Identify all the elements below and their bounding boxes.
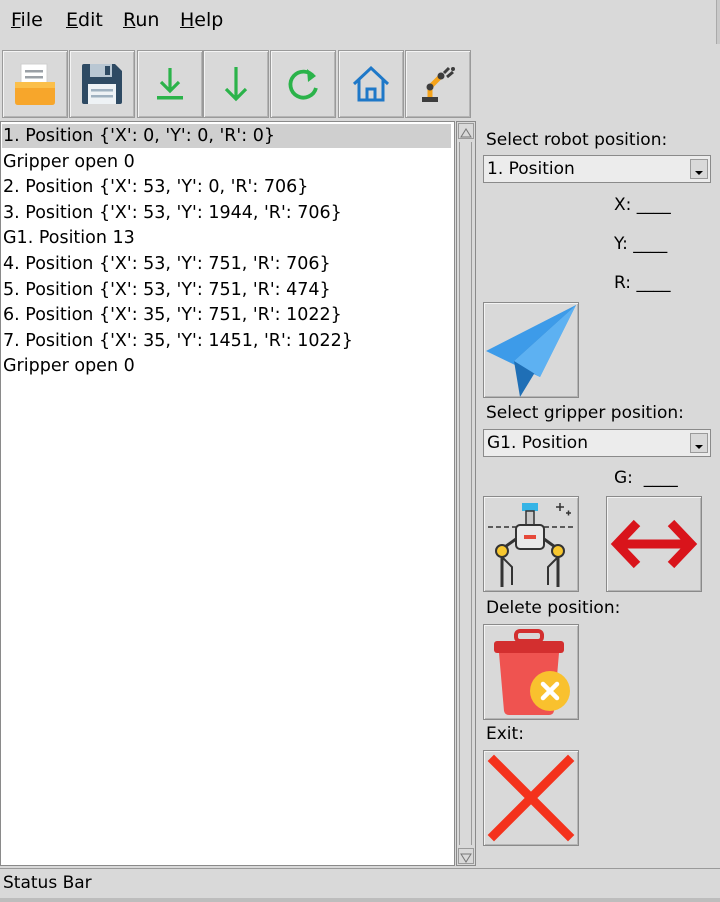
triangle-up-icon xyxy=(460,128,472,138)
r-label: R: xyxy=(614,273,632,293)
g-value: ____ xyxy=(643,468,678,488)
list-item[interactable]: 6. Position {'X': 35, 'Y': 751, 'R': 102… xyxy=(3,303,342,327)
delete-position-button[interactable] xyxy=(483,624,579,720)
refresh-button[interactable] xyxy=(270,50,336,118)
gripper-position-label: Select gripper position: xyxy=(486,403,684,423)
x-label: X: xyxy=(614,195,632,215)
arrow-down-icon xyxy=(224,67,248,102)
r-value: ____ xyxy=(636,273,671,293)
save-icon xyxy=(82,64,122,104)
gripper-position-select[interactable]: G1. Position xyxy=(483,429,711,457)
list-item[interactable]: Gripper open 0 xyxy=(3,150,135,174)
list-item[interactable]: 1. Position {'X': 0, 'Y': 0, 'R': 0} xyxy=(2,124,451,148)
list-item[interactable]: Gripper open 0 xyxy=(3,354,135,378)
dropdown-arrow-icon[interactable] xyxy=(690,159,708,179)
open-file-button[interactable] xyxy=(2,50,68,118)
y-label: Y: xyxy=(614,234,628,254)
menu-file[interactable]: File xyxy=(11,9,43,31)
y-value: ____ xyxy=(633,234,668,254)
gripper-icon xyxy=(488,503,574,587)
g-label: G: xyxy=(614,468,633,488)
robot-arm-button[interactable] xyxy=(405,50,471,118)
menu-edit[interactable]: Edit xyxy=(66,9,103,31)
list-scrollbar[interactable] xyxy=(456,121,476,866)
window-edge xyxy=(716,0,720,44)
trash-icon xyxy=(494,629,570,715)
menu-bar: File Edit Run Help xyxy=(0,0,720,44)
dropdown-arrow-icon[interactable] xyxy=(690,433,708,453)
menu-help[interactable]: Help xyxy=(180,9,223,31)
r-coordinate: R: ____ xyxy=(614,273,670,293)
toolbar xyxy=(0,50,472,118)
menu-run[interactable]: Run xyxy=(123,9,159,31)
scroll-trough[interactable] xyxy=(459,142,472,845)
robot-arm-icon xyxy=(422,66,455,102)
open-file-icon xyxy=(15,63,55,105)
list-item[interactable]: 5. Position {'X': 53, 'Y': 751, 'R': 474… xyxy=(3,278,331,302)
download-icon xyxy=(157,68,183,100)
robot-position-value: 1. Position xyxy=(487,159,575,179)
list-item[interactable]: 2. Position {'X': 53, 'Y': 0, 'R': 706} xyxy=(3,175,308,199)
triangle-down-icon xyxy=(460,853,472,863)
window-bottom-edge xyxy=(0,898,720,902)
status-bar: Status Bar xyxy=(0,868,720,899)
gripper-position-value: G1. Position xyxy=(487,433,588,453)
paper-plane-icon xyxy=(486,305,576,397)
list-item[interactable]: 4. Position {'X': 53, 'Y': 751, 'R': 706… xyxy=(3,252,331,276)
download-button[interactable] xyxy=(137,50,203,118)
scroll-down-arrow[interactable] xyxy=(458,848,474,864)
gripper-toggle-button[interactable] xyxy=(606,496,702,592)
position-list[interactable]: 1. Position {'X': 0, 'Y': 0, 'R': 0} Grip… xyxy=(0,121,455,866)
list-item[interactable]: G1. Position 13 xyxy=(3,226,135,250)
gripper-button[interactable] xyxy=(483,496,579,592)
refresh-icon xyxy=(288,69,318,100)
g-value-display: G: ____ xyxy=(614,468,678,488)
exit-button[interactable] xyxy=(483,750,579,846)
move-down-button[interactable] xyxy=(203,50,269,118)
home-button[interactable] xyxy=(338,50,404,118)
y-coordinate: Y: ____ xyxy=(614,234,667,254)
exit-label: Exit: xyxy=(486,724,524,744)
close-icon xyxy=(487,754,575,842)
scroll-up-arrow[interactable] xyxy=(458,123,474,139)
x-value: ____ xyxy=(636,195,671,215)
robot-position-select[interactable]: 1. Position xyxy=(483,155,711,183)
home-icon xyxy=(352,65,390,102)
x-coordinate: X: ____ xyxy=(614,195,671,215)
list-item[interactable]: 7. Position {'X': 35, 'Y': 1451, 'R': 10… xyxy=(3,329,353,353)
robot-position-label: Select robot position: xyxy=(486,130,668,150)
delete-position-label: Delete position: xyxy=(486,598,621,618)
save-button[interactable] xyxy=(69,50,135,118)
double-arrow-icon xyxy=(610,519,698,569)
status-text: Status Bar xyxy=(3,873,92,893)
send-position-button[interactable] xyxy=(483,302,579,398)
list-item[interactable]: 3. Position {'X': 53, 'Y': 1944, 'R': 70… xyxy=(3,201,342,225)
